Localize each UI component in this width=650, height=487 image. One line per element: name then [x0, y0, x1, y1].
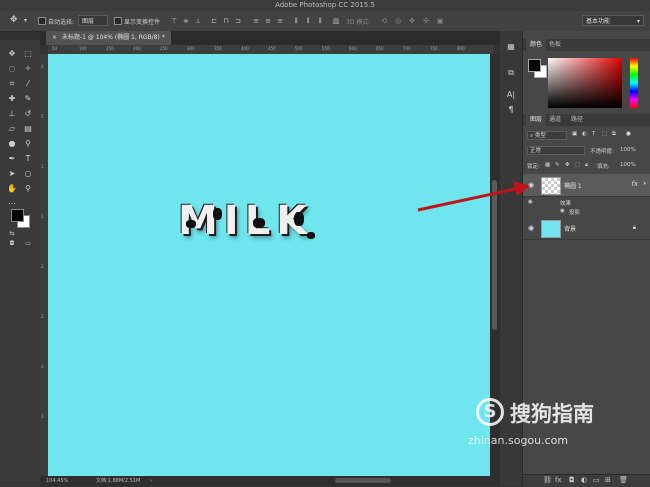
watermark-url: zhinan.sogou.com: [468, 434, 569, 447]
watermark-brand: 搜狗指南: [510, 402, 594, 426]
sogou-logo-icon: S: [476, 398, 504, 426]
